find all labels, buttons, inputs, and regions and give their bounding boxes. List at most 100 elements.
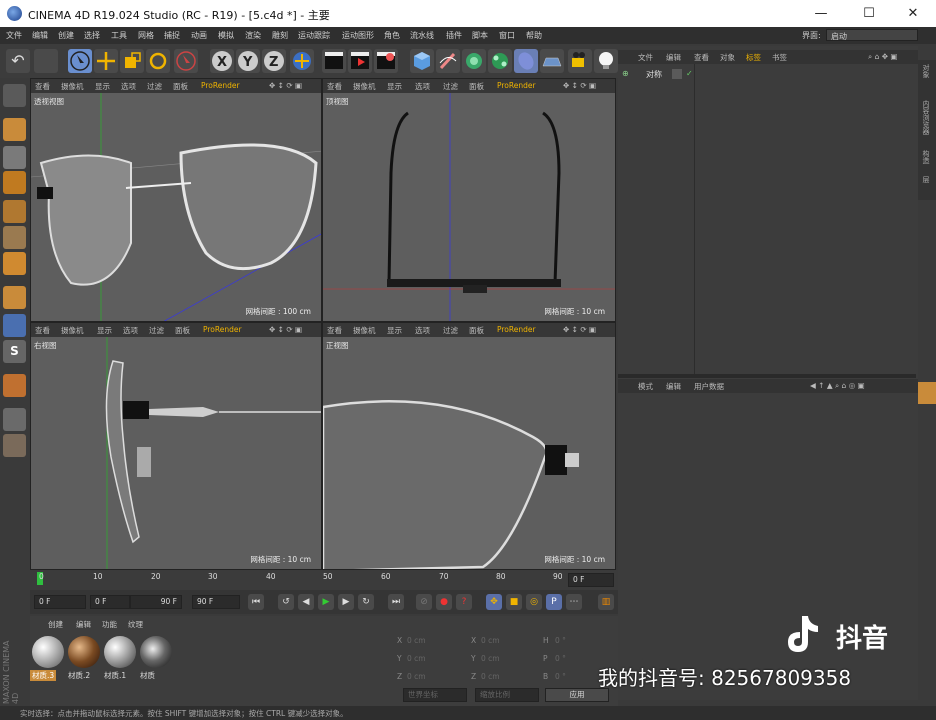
scale-mode-dropdown[interactable]: 缩放比例 — [475, 688, 539, 702]
vp-menu-prorender[interactable]: ProRender — [203, 325, 242, 334]
mat-menu-texture[interactable]: 纹理 — [128, 619, 143, 630]
auto-key-icon[interactable]: ● — [436, 594, 452, 610]
vp-nav-icons[interactable]: ✥ ↕ ⟳ ▣ — [563, 81, 596, 90]
y-axis-lock-icon[interactable]: Y — [236, 49, 260, 73]
light-icon[interactable] — [594, 49, 618, 73]
menu-script[interactable]: 脚本 — [472, 30, 488, 41]
workplane-mode-icon[interactable] — [3, 171, 26, 194]
menu-create[interactable]: 创建 — [58, 30, 74, 41]
menu-tools[interactable]: 工具 — [111, 30, 127, 41]
vp-menu-filter[interactable]: 过滤 — [443, 81, 458, 92]
vp-menu-view[interactable]: 查看 — [327, 325, 342, 336]
material-swatch[interactable] — [68, 636, 100, 668]
mat-menu-edit[interactable]: 编辑 — [76, 619, 91, 630]
visibility-toggle-icon[interactable] — [672, 69, 682, 79]
viewport-top[interactable]: 查看 摄像机 显示 选项 过滤 面板 ProRender ✥ ↕ ⟳ ▣ 顶视图… — [322, 78, 616, 322]
previous-frame-icon[interactable]: ◀ — [298, 594, 314, 610]
mat-menu-function[interactable]: 功能 — [102, 619, 117, 630]
vp-menu-camera[interactable]: 摄像机 — [353, 325, 376, 336]
material-swatch[interactable] — [32, 636, 64, 668]
vp-menu-prorender[interactable]: ProRender — [201, 81, 240, 90]
vp-menu-camera[interactable]: 摄像机 — [61, 81, 84, 92]
am-nav-icons[interactable]: ◀ ↑ ▲ ⌕ ⌂ ◎ ▣ — [810, 381, 865, 391]
x-axis-lock-icon[interactable]: X — [210, 49, 234, 73]
vp-nav-icons[interactable]: ✥ ↕ ⟳ ▣ — [563, 325, 596, 334]
vp-nav-icons[interactable]: ✥ ↕ ⟳ ▣ — [269, 325, 302, 334]
menu-snap[interactable]: 捕捉 — [164, 30, 180, 41]
size-y-field[interactable]: 0 cm — [481, 654, 541, 663]
edges-mode-icon[interactable] — [3, 226, 26, 249]
record-keys-icon[interactable]: ⊘ — [416, 594, 432, 610]
close-button[interactable]: ✕ — [890, 0, 936, 27]
rotation-h-field[interactable]: 0 ° — [555, 636, 613, 645]
vp-menu-view[interactable]: 查看 — [35, 81, 50, 92]
menu-plugins[interactable]: 插件 — [446, 30, 462, 41]
panel-splitter[interactable] — [618, 374, 916, 378]
menu-pipeline[interactable]: 流水线 — [410, 30, 434, 41]
vp-menu-filter[interactable]: 过滤 — [147, 81, 162, 92]
viewport-perspective[interactable]: 查看 摄像机 显示 选项 过滤 面板 ProRender ✥ ↕ ⟳ ▣ 透视视… — [30, 78, 322, 322]
vp-menu-display[interactable]: 显示 — [95, 81, 110, 92]
mat-menu-create[interactable]: 创建 — [48, 619, 63, 630]
menu-character[interactable]: 角色 — [384, 30, 400, 41]
rotate-icon[interactable] — [146, 49, 170, 73]
vp-menu-panel[interactable]: 面板 — [173, 81, 188, 92]
vp-menu-display[interactable]: 显示 — [97, 325, 112, 336]
undo-icon[interactable]: ↶ — [6, 49, 30, 73]
vp-menu-options[interactable]: 选项 — [123, 325, 138, 336]
world-coordinates-dropdown[interactable]: 世界坐标 — [403, 688, 467, 702]
menu-edit[interactable]: 编辑 — [32, 30, 48, 41]
menu-sculpt[interactable]: 雕刻 — [272, 30, 288, 41]
polygons-mode-icon[interactable] — [3, 252, 26, 275]
vp-menu-panel[interactable]: 面板 — [469, 81, 484, 92]
size-z-field[interactable]: 0 cm — [481, 672, 541, 681]
timeline-window-icon[interactable]: ▥ — [598, 594, 614, 610]
live-select-icon[interactable] — [68, 49, 92, 73]
menu-window[interactable]: 窗口 — [499, 30, 515, 41]
menu-simulate[interactable]: 模拟 — [218, 30, 234, 41]
render-settings-icon[interactable] — [374, 49, 398, 73]
locked-workplane-icon[interactable] — [3, 408, 26, 431]
go-to-end-icon[interactable]: ⏭ — [388, 594, 404, 610]
texture-mode-icon[interactable] — [3, 146, 26, 169]
tab-structure[interactable]: 构造 — [921, 150, 931, 164]
menu-render[interactable]: 渲染 — [245, 30, 261, 41]
next-key-icon[interactable]: ↻ — [358, 594, 374, 610]
key-scale-icon[interactable]: ■ — [506, 594, 522, 610]
current-frame-field[interactable]: 0 F — [34, 595, 86, 609]
points-mode-icon[interactable] — [3, 200, 26, 223]
vp-menu-filter[interactable]: 过滤 — [149, 325, 164, 336]
z-axis-lock-icon[interactable]: Z — [262, 49, 286, 73]
om-menu-edit[interactable]: 编辑 — [666, 52, 681, 63]
layout-dropdown[interactable]: 启动 — [826, 29, 918, 41]
minimize-button[interactable]: — — [798, 0, 844, 27]
subdivision-surface-icon[interactable] — [462, 49, 486, 73]
viewport-front[interactable]: 查看 摄像机 显示 选项 过滤 面板 ProRender ✥ ↕ ⟳ ▣ 正视图… — [322, 322, 616, 570]
key-rotation-icon[interactable]: ◎ — [526, 594, 542, 610]
tab-content-browser[interactable]: 内容浏览器 — [921, 100, 931, 135]
vp-menu-view[interactable]: 查看 — [35, 325, 50, 336]
range-start-field[interactable]: 0 F — [90, 595, 130, 609]
timeline-ruler[interactable]: 0 10 20 30 40 50 60 70 80 90 0 F — [30, 570, 618, 590]
play-icon[interactable]: ▶ — [318, 594, 334, 610]
size-x-field[interactable]: 0 cm — [481, 636, 541, 645]
vp-menu-prorender[interactable]: ProRender — [497, 81, 536, 90]
previous-key-icon[interactable]: ↺ — [278, 594, 294, 610]
max-frame-field[interactable]: 90 F — [192, 595, 240, 609]
go-to-start-icon[interactable]: ⏮ — [248, 594, 264, 610]
tab-objects[interactable]: 对象 — [921, 64, 931, 78]
vp-menu-view[interactable]: 查看 — [327, 81, 342, 92]
key-parameter-icon[interactable]: P — [546, 594, 562, 610]
axis-mode-icon[interactable] — [3, 286, 26, 309]
menu-help[interactable]: 帮助 — [526, 30, 542, 41]
menu-file[interactable]: 文件 — [6, 30, 22, 41]
vp-menu-options[interactable]: 选项 — [415, 325, 430, 336]
camera-icon[interactable] — [568, 49, 592, 73]
end-frame-field[interactable]: 0 F — [568, 573, 614, 587]
snap-icon[interactable]: S — [3, 340, 26, 363]
keyframe-selection-icon[interactable]: ? — [456, 594, 472, 610]
position-z-field[interactable]: 0 cm — [407, 672, 467, 681]
render-picture-viewer-icon[interactable] — [348, 49, 372, 73]
cloner-icon[interactable] — [488, 49, 512, 73]
vp-menu-display[interactable]: 显示 — [387, 81, 402, 92]
